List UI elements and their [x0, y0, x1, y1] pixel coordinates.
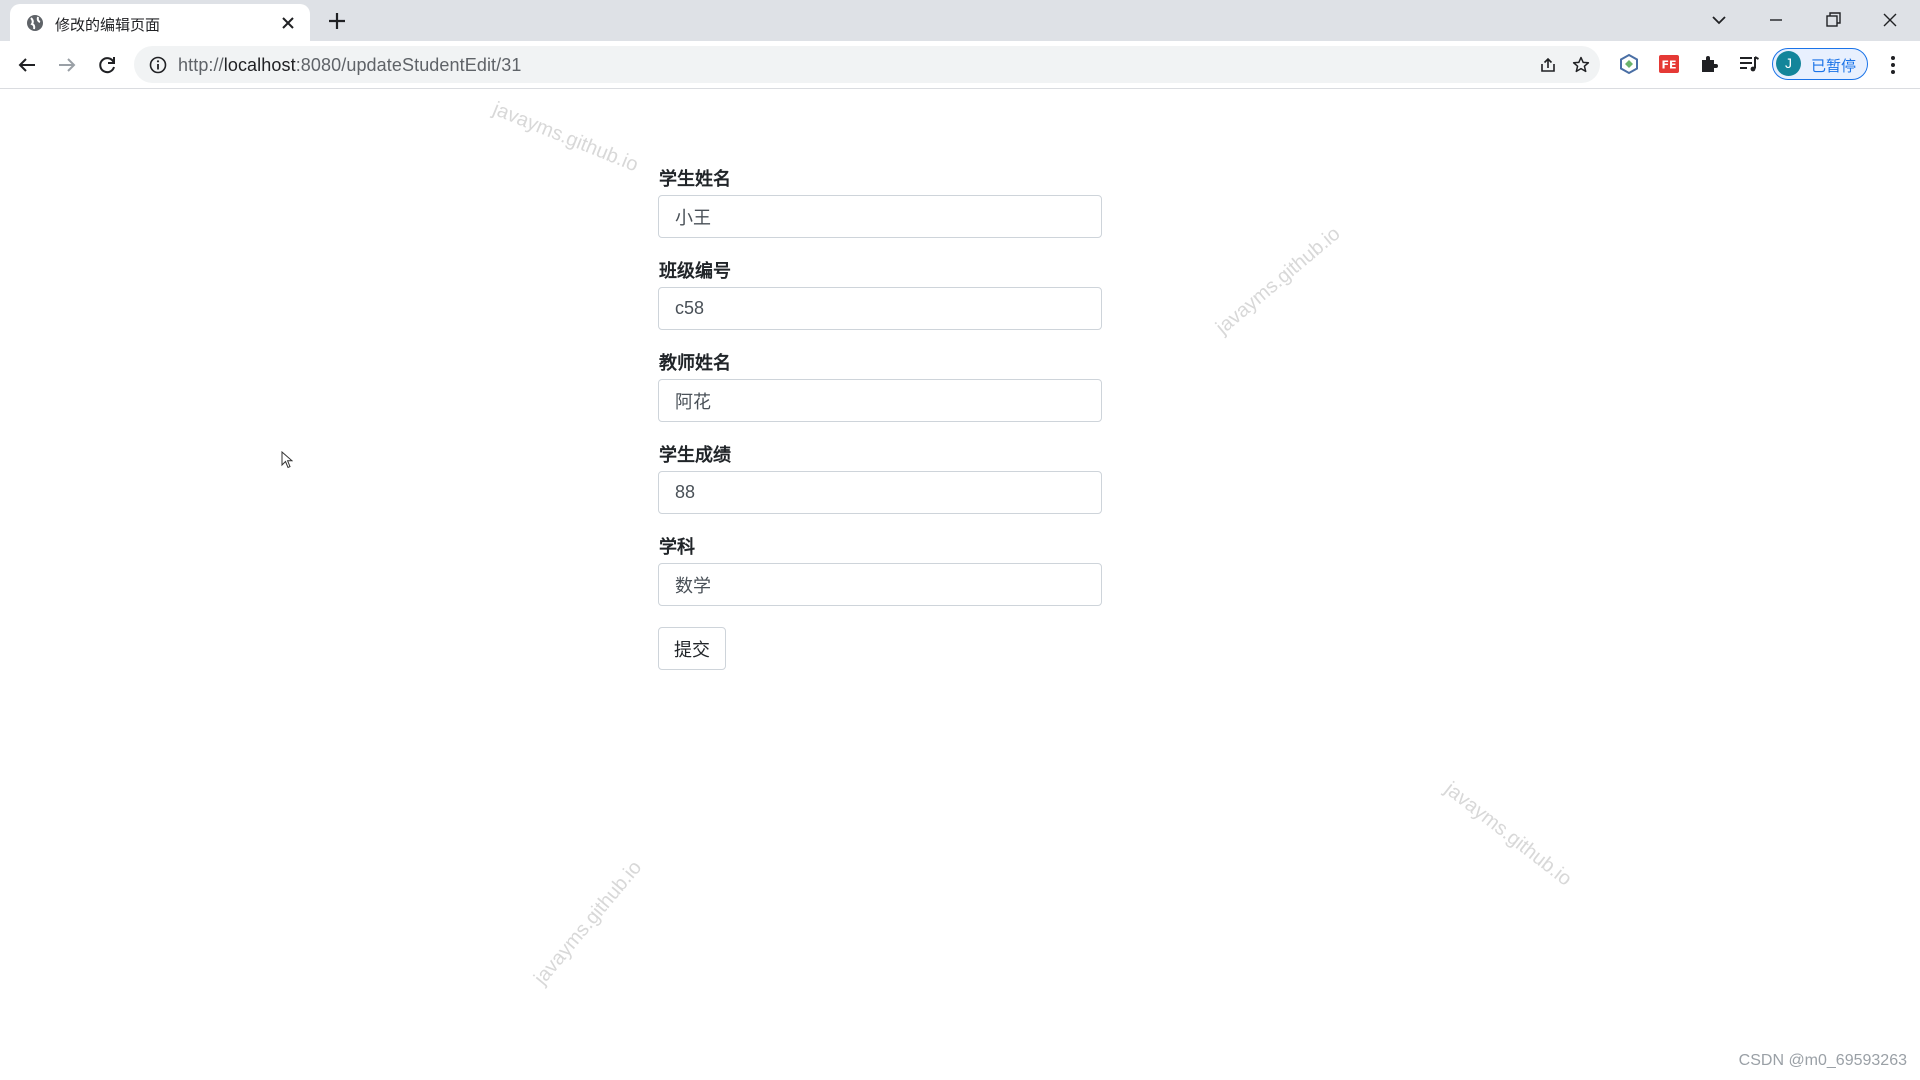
- watermark: javayms.github.io: [1440, 778, 1576, 891]
- watermark: javayms.github.io: [489, 98, 642, 177]
- avatar: J: [1776, 51, 1801, 76]
- reload-icon[interactable]: [95, 53, 119, 77]
- reading-list-icon[interactable]: [1737, 52, 1761, 76]
- url-host: localhost: [223, 55, 296, 75]
- address-bar[interactable]: http://localhost:8080/updateStudentEdit/…: [134, 46, 1600, 83]
- profile-button[interactable]: J 已暂停: [1772, 48, 1868, 80]
- site-info-icon[interactable]: [148, 55, 168, 75]
- student-name-input[interactable]: [658, 195, 1102, 238]
- subject-input[interactable]: [658, 563, 1102, 606]
- tab-strip: 修改的编辑页面: [0, 0, 1920, 41]
- close-tab-icon[interactable]: [278, 13, 298, 33]
- field-student-name: 学生姓名: [658, 160, 1102, 252]
- mouse-cursor-icon: [281, 451, 293, 469]
- extension-fe-helper-icon[interactable]: FE: [1657, 52, 1681, 76]
- globe-icon: [27, 15, 43, 31]
- profile-status-label: 已暂停: [1811, 58, 1857, 75]
- url-path: :8080/updateStudentEdit/31: [295, 55, 522, 75]
- extension-hexagon-icon[interactable]: [1617, 52, 1641, 76]
- svg-text:FE: FE: [1661, 59, 1676, 72]
- field-student-score: 学生成绩: [658, 436, 1102, 528]
- url-text[interactable]: http://localhost:8080/updateStudentEdit/…: [178, 55, 521, 76]
- watermark: javayms.github.io: [1212, 222, 1345, 339]
- field-subject: 学科: [658, 528, 1102, 620]
- watermark: javayms.github.io: [530, 856, 647, 990]
- forward-arrow-icon[interactable]: [55, 53, 79, 77]
- tab-search-icon[interactable]: [1708, 9, 1730, 31]
- student-edit-form: 学生姓名 班级编号 教师姓名 学生成绩 学科 提交: [658, 160, 1102, 670]
- more-options-icon[interactable]: [1882, 53, 1904, 77]
- url-scheme: http://: [178, 55, 224, 75]
- restore-icon[interactable]: [1822, 9, 1844, 31]
- browser-toolbar: http://localhost:8080/updateStudentEdit/…: [0, 41, 1920, 89]
- field-label: 班级编号: [659, 261, 731, 281]
- csdn-credit: CSDN @m0_69593263: [1738, 1052, 1907, 1069]
- extensions-puzzle-icon[interactable]: [1697, 52, 1721, 76]
- class-number-input[interactable]: [658, 287, 1102, 330]
- bookmark-star-icon[interactable]: [1571, 55, 1591, 75]
- minimize-icon[interactable]: [1765, 9, 1787, 31]
- close-window-icon[interactable]: [1879, 9, 1901, 31]
- field-label: 教师姓名: [659, 353, 731, 373]
- field-label: 学生姓名: [659, 169, 731, 189]
- field-teacher-name: 教师姓名: [658, 344, 1102, 436]
- field-class-number: 班级编号: [658, 252, 1102, 344]
- field-label: 学生成绩: [659, 445, 731, 465]
- teacher-name-input[interactable]: [658, 379, 1102, 422]
- browser-tab[interactable]: 修改的编辑页面: [10, 4, 310, 41]
- back-arrow-icon[interactable]: [15, 53, 39, 77]
- tab-title: 修改的编辑页面: [55, 17, 161, 34]
- new-tab-icon[interactable]: [326, 10, 348, 32]
- field-label: 学科: [659, 537, 695, 557]
- student-score-input[interactable]: [658, 471, 1102, 514]
- share-icon[interactable]: [1538, 55, 1558, 75]
- submit-button[interactable]: 提交: [658, 627, 726, 670]
